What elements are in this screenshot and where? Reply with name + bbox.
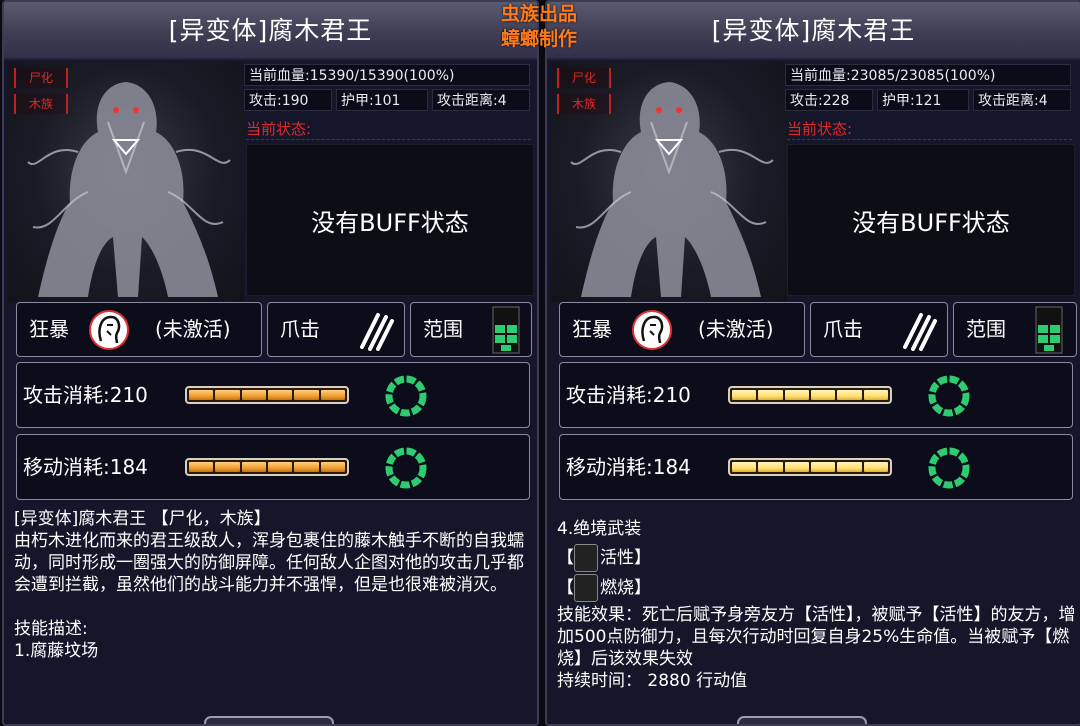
unit-title: [异变体]腐木君王 xyxy=(547,2,1080,60)
attack-cost-bar xyxy=(185,386,349,404)
bottom-button[interactable] xyxy=(737,716,867,724)
skill-title: 技能描述: xyxy=(14,619,88,639)
claw-skill[interactable]: 爪击 xyxy=(267,302,405,357)
unit-panel-left: [异变体]腐木君王 尸化 木族 当前血量:15390/15390(100%) 攻… xyxy=(2,0,539,726)
skill-label: 范围 xyxy=(423,317,463,341)
attack-cost-bar xyxy=(728,386,892,404)
range-skill[interactable]: 范围 xyxy=(410,302,532,357)
berserk-head-icon xyxy=(632,310,672,350)
cost-ring-icon xyxy=(385,447,427,489)
range-stat: 攻击距离:4 xyxy=(432,89,530,111)
bottom-button[interactable] xyxy=(204,716,334,724)
range-grid-icon xyxy=(1035,306,1063,354)
race-tag: 尸化 xyxy=(557,68,611,88)
skill-state: (未激活) xyxy=(698,317,774,341)
skill-description: 4.绝境武装 【活性】 【燃烧】 技能效果：死亡后赋予身旁友方【活性】，被赋予【… xyxy=(557,518,1080,692)
skill-label: 狂暴 xyxy=(572,317,612,341)
race-tag: 木族 xyxy=(14,94,68,114)
skill-label: 范围 xyxy=(966,317,1006,341)
buff-area: 没有BUFF状态 xyxy=(787,144,1075,296)
skill-label: 狂暴 xyxy=(29,317,69,341)
status-divider xyxy=(787,139,1072,140)
move-cost-box: 移动消耗:184 xyxy=(559,434,1073,500)
effect-text: 技能效果：死亡后赋予身旁友方【活性】，被赋予【活性】的友方，增加500点防御力，… xyxy=(557,605,1076,669)
cost-ring-icon xyxy=(928,375,970,417)
buff-text: 没有BUFF状态 xyxy=(311,208,469,237)
armor-stat: 护甲:121 xyxy=(877,89,969,111)
hp-stat: 当前血量:23085/23085(100%) xyxy=(785,64,1071,86)
berserk-skill[interactable]: 狂暴 (未激活) xyxy=(559,302,805,357)
move-cost-label: 移动消耗:184 xyxy=(566,455,691,479)
attack-cost-label: 攻击消耗:210 xyxy=(566,383,691,407)
claw-slash-icon xyxy=(360,313,394,351)
hp-stat: 当前血量:15390/15390(100%) xyxy=(244,64,530,86)
watermark-line1: 虫族出品 xyxy=(500,3,577,25)
buff-burn-label: 燃烧】 xyxy=(600,578,651,598)
status-label: 当前状态: xyxy=(246,120,312,138)
move-cost-label: 移动消耗:184 xyxy=(23,455,148,479)
unit-title: [异变体]腐木君王 xyxy=(4,2,537,60)
berserk-head-icon xyxy=(89,310,129,350)
move-cost-bar xyxy=(185,458,349,476)
range-stat: 攻击距离:4 xyxy=(973,89,1071,111)
burn-icon xyxy=(574,574,598,602)
attack-stat: 攻击:228 xyxy=(785,89,873,111)
buff-burn-row: 【燃烧】 xyxy=(557,574,1080,604)
buff-area: 没有BUFF状态 xyxy=(246,144,534,296)
watermark: 虫族出品 蟑螂制作 xyxy=(488,2,590,52)
desc-heading: [异变体]腐木君王 【尸化，木族】 xyxy=(14,509,271,529)
unit-description: [异变体]腐木君王 【尸化，木族】 由朽木进化而来的君王级敌人，浑身包裹住的藤木… xyxy=(14,508,537,662)
claw-slash-icon xyxy=(903,313,937,351)
skill-label: 爪击 xyxy=(823,317,863,341)
unit-panel-right: [异变体]腐木君王 尸化 木族 当前血量:23085/23085(100%) 攻… xyxy=(545,0,1080,726)
attack-cost-label: 攻击消耗:210 xyxy=(23,383,148,407)
watermark-line2: 蟑螂制作 xyxy=(500,28,577,50)
vitality-icon xyxy=(574,544,598,572)
attack-stat: 攻击:190 xyxy=(244,89,332,111)
skill-state: (未激活) xyxy=(155,317,231,341)
berserk-skill[interactable]: 狂暴 (未激活) xyxy=(16,302,262,357)
buff-text: 没有BUFF状态 xyxy=(852,208,1010,237)
attack-cost-box: 攻击消耗:210 xyxy=(559,362,1073,428)
attack-cost-box: 攻击消耗:210 xyxy=(16,362,530,428)
armor-stat: 护甲:101 xyxy=(336,89,428,111)
cost-ring-icon xyxy=(928,447,970,489)
buff-vitality-row: 【活性】 xyxy=(557,544,1080,574)
race-tag: 木族 xyxy=(557,94,611,114)
desc-heading: 4.绝境武装 xyxy=(557,519,642,539)
duration-text: 持续时间： 2880 行动值 xyxy=(557,671,748,691)
move-cost-box: 移动消耗:184 xyxy=(16,434,530,500)
race-tag: 尸化 xyxy=(14,68,68,88)
claw-skill[interactable]: 爪击 xyxy=(810,302,948,357)
status-label: 当前状态: xyxy=(787,120,853,138)
range-skill[interactable]: 范围 xyxy=(953,302,1077,357)
desc-body: 由朽木进化而来的君王级敌人，浑身包裹住的藤木触手不断的自我蠕动，同时形成一圈强大… xyxy=(14,531,524,595)
cost-ring-icon xyxy=(385,375,427,417)
move-cost-bar xyxy=(728,458,892,476)
skill-item: 1.腐藤坟场 xyxy=(14,641,99,661)
status-divider xyxy=(246,139,531,140)
buff-vitality-label: 活性】 xyxy=(600,548,651,568)
skill-label: 爪击 xyxy=(280,317,320,341)
range-grid-icon xyxy=(492,306,520,354)
